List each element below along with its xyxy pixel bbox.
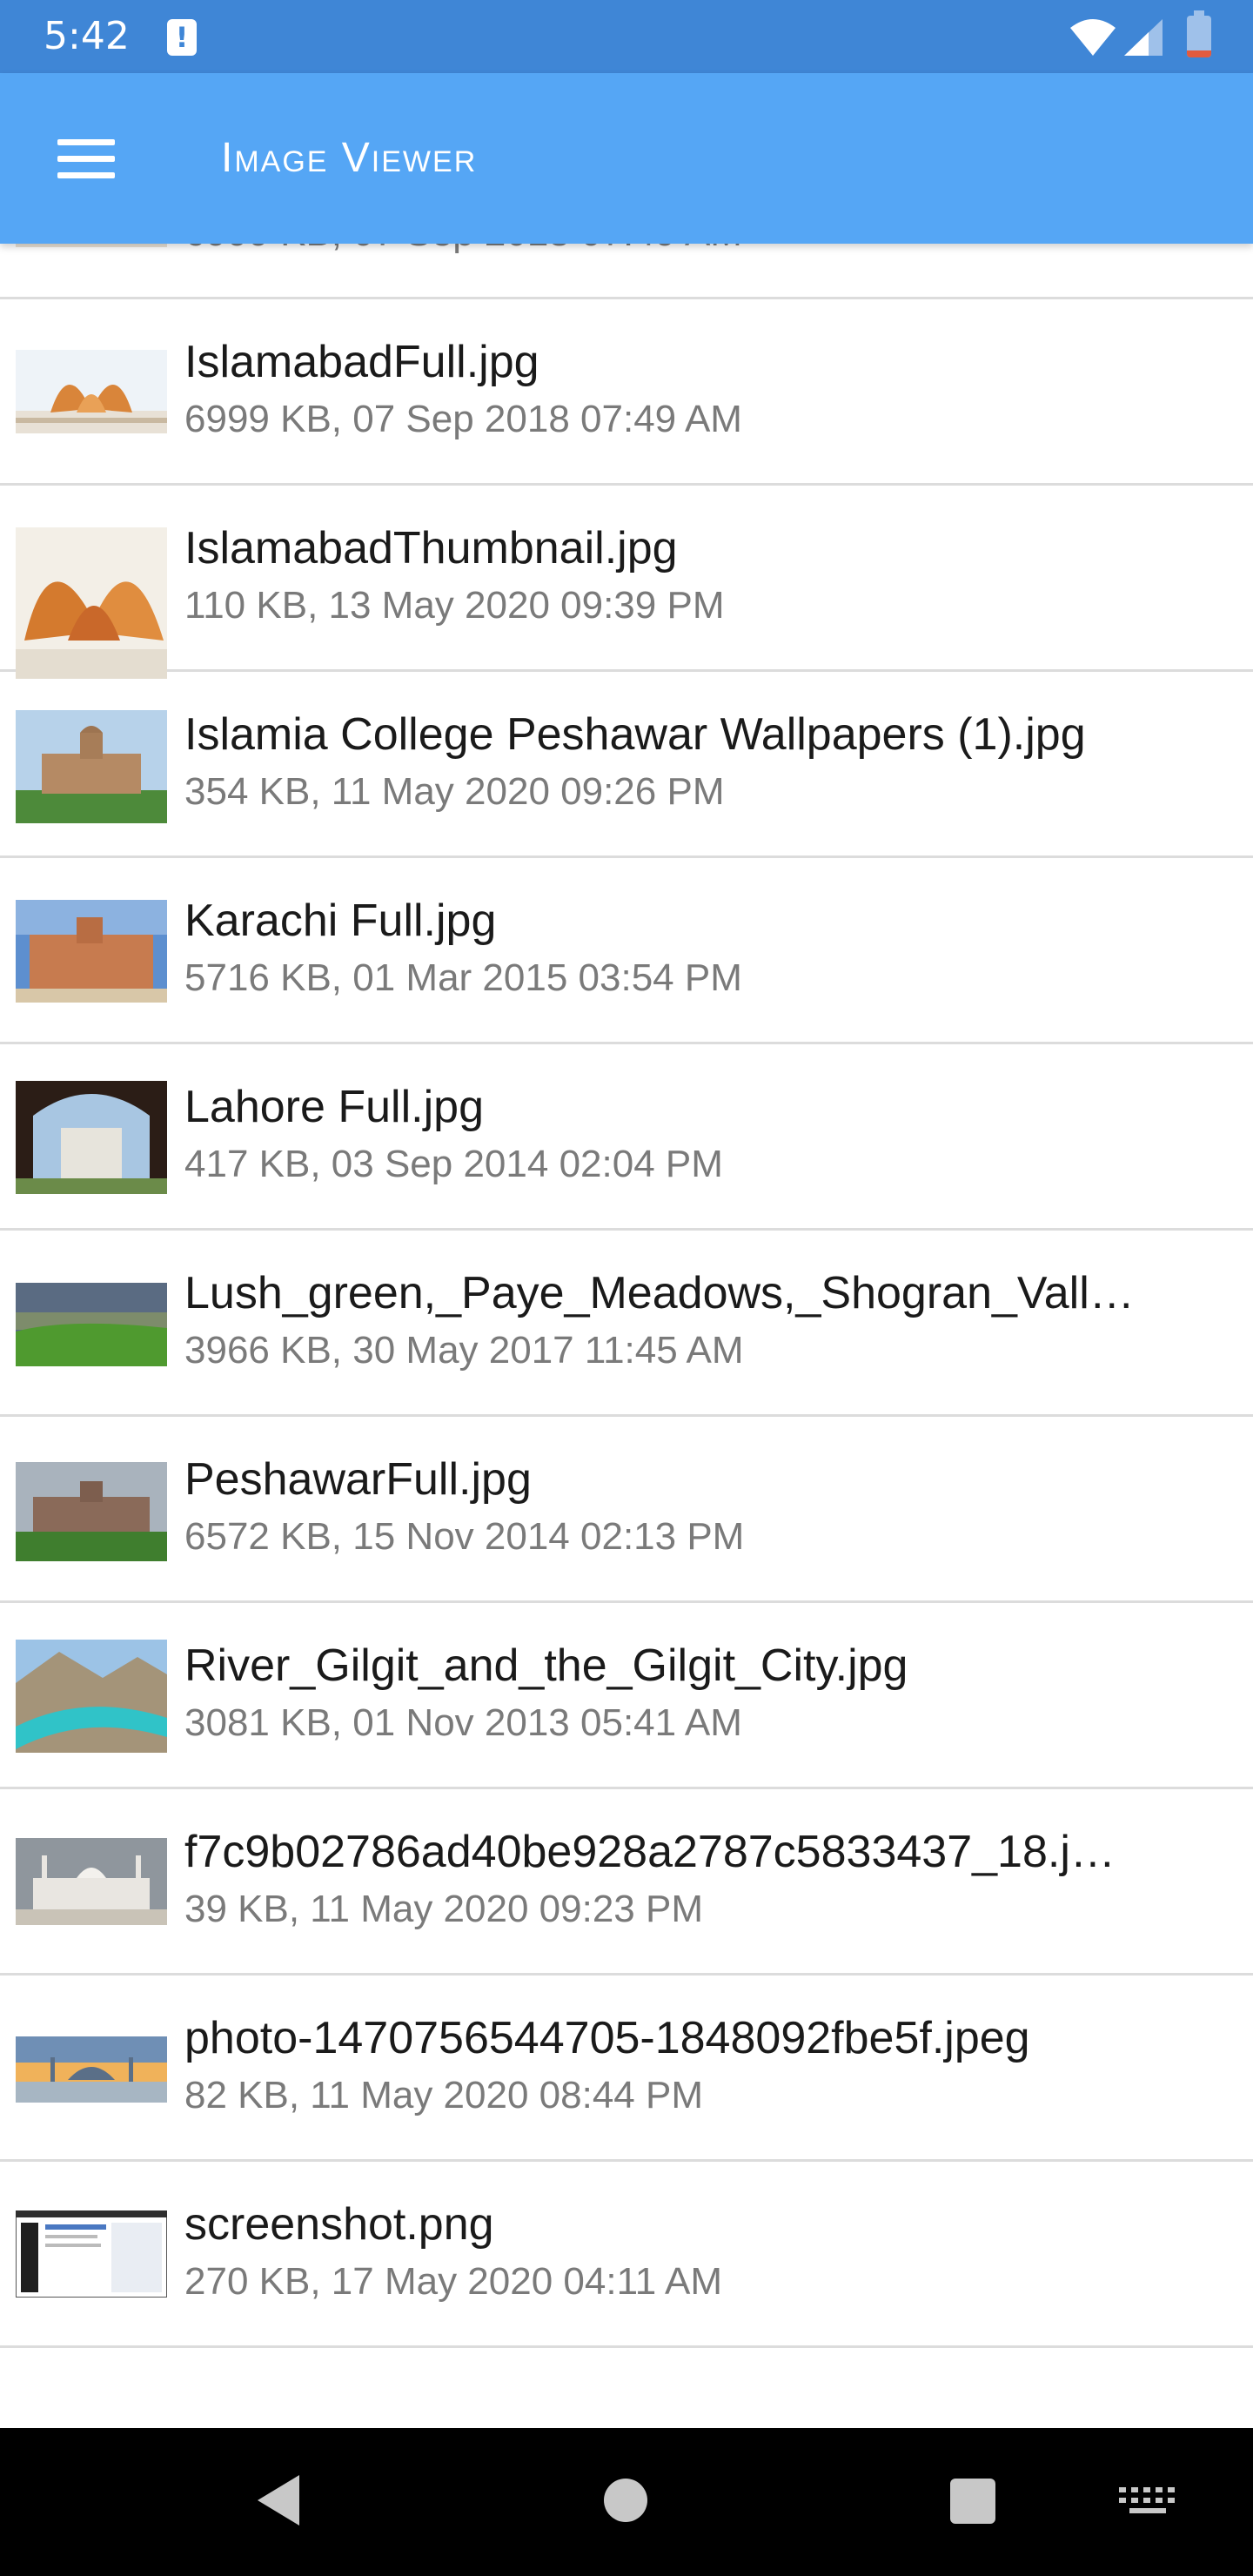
- file-list-item[interactable]: PeshawarFull.jpg 6572 KB, 15 Nov 2014 02:…: [0, 1417, 1253, 1603]
- file-list-item[interactable]: Islamia College Peshawar Wallpapers (1).…: [0, 672, 1253, 858]
- file-list[interactable]: IslamabadFull.jpg 6999 KB, 07 Sep 2018 07…: [0, 244, 1253, 2428]
- signal-icon: [1124, 19, 1163, 56]
- image-thumbnail: [16, 1462, 167, 1561]
- file-name: Karachi Full.jpg: [184, 896, 497, 946]
- file-list-item[interactable]: IslamabadFull.jpg6999 KB, 07 Sep 2018 07…: [0, 244, 1253, 299]
- file-list-item[interactable]: photo-1470756544705-1848092fbe5f.jpeg 82 …: [0, 1976, 1253, 2162]
- image-thumbnail: [16, 1838, 167, 1925]
- battery-icon: [1187, 10, 1211, 57]
- file-list-item[interactable]: IslamabadThumbnail.jpg 110 KB, 13 May 202…: [0, 486, 1253, 679]
- file-name: photo-1470756544705-1848092fbe5f.jpeg: [184, 2013, 1030, 2063]
- file-name: IslamabadFull.jpg: [184, 337, 539, 387]
- app-title: Image Viewer: [221, 135, 478, 181]
- recents-icon[interactable]: [950, 2479, 995, 2524]
- file-list-item[interactable]: Lahore Full.jpg 417 KB, 03 Sep 2014 02:04…: [0, 1044, 1253, 1231]
- image-thumbnail: [16, 527, 167, 679]
- status-time: 5:42: [44, 14, 130, 58]
- image-thumbnail: [16, 1640, 167, 1753]
- file-name: River_Gilgit_and_the_Gilgit_City.jpg: [184, 1640, 908, 1691]
- file-meta: 6999 KB, 07 Sep 2018 07:49 AM: [184, 244, 1229, 258]
- file-meta: 39 KB, 11 May 2020 09:23 PM: [184, 1888, 703, 1930]
- file-list-item[interactable]: Karachi Full.jpg 5716 KB, 01 Mar 2015 03:…: [0, 858, 1253, 1044]
- back-icon[interactable]: [252, 2472, 305, 2529]
- file-meta: 6572 KB, 15 Nov 2014 02:13 PM: [184, 1515, 745, 1558]
- file-meta: 82 KB, 11 May 2020 08:44 PM: [184, 2074, 703, 2116]
- wifi-icon: [1070, 19, 1116, 56]
- file-name: f7c9b02786ad40be928a2787c5833437_18.j…: [184, 1827, 1116, 1877]
- file-meta: 5716 KB, 01 Mar 2015 03:54 PM: [184, 956, 742, 999]
- status-bar: 5:42: [0, 0, 1253, 73]
- image-thumbnail: [16, 350, 167, 433]
- image-thumbnail: [16, 1081, 167, 1194]
- app-bar: Image Viewer: [0, 73, 1253, 244]
- file-meta: 3966 KB, 30 May 2017 11:45 AM: [184, 1329, 744, 1372]
- file-name: PeshawarFull.jpg: [184, 1454, 532, 1505]
- alert-icon: [167, 19, 197, 56]
- hamburger-menu-icon[interactable]: [35, 120, 118, 198]
- keyboard-icon[interactable]: [1119, 2487, 1176, 2515]
- image-thumbnail: [16, 2210, 167, 2298]
- file-name: Lush_green,_Paye_Meadows,_Shogran_Vall…: [184, 1268, 1135, 1318]
- file-name: Islamia College Peshawar Wallpapers (1).…: [184, 709, 1086, 760]
- file-list-item[interactable]: River_Gilgit_and_the_Gilgit_City.jpg 3081…: [0, 1603, 1253, 1789]
- image-thumbnail: [16, 1283, 167, 1366]
- file-meta: 417 KB, 03 Sep 2014 02:04 PM: [184, 1143, 723, 1185]
- file-list-item[interactable]: IslamabadFull.jpg 6999 KB, 07 Sep 2018 07…: [0, 299, 1253, 486]
- file-name: Lahore Full.jpg: [184, 1082, 484, 1132]
- image-thumbnail: [16, 2036, 167, 2103]
- file-meta: 270 KB, 17 May 2020 04:11 AM: [184, 2260, 723, 2303]
- file-list-item[interactable]: f7c9b02786ad40be928a2787c5833437_18.j… 39…: [0, 1789, 1253, 1976]
- file-list-item[interactable]: screenshot.png 270 KB, 17 May 2020 04:11 …: [0, 2162, 1253, 2348]
- navigation-bar: [0, 2428, 1253, 2576]
- file-meta: 110 KB, 13 May 2020 09:39 PM: [184, 584, 725, 627]
- file-meta: 6999 KB, 07 Sep 2018 07:49 AM: [184, 398, 742, 440]
- image-thumbnail: [16, 244, 167, 247]
- file-name: screenshot.png: [184, 2199, 494, 2250]
- home-icon[interactable]: [604, 2479, 647, 2522]
- file-list-item[interactable]: Lush_green,_Paye_Meadows,_Shogran_Vall… 3…: [0, 1231, 1253, 1417]
- file-name: IslamabadThumbnail.jpg: [184, 523, 678, 574]
- file-meta: 354 KB, 11 May 2020 09:26 PM: [184, 770, 725, 813]
- image-thumbnail: [16, 900, 167, 1003]
- file-meta: 3081 KB, 01 Nov 2013 05:41 AM: [184, 1701, 742, 1744]
- image-thumbnail: [16, 710, 167, 823]
